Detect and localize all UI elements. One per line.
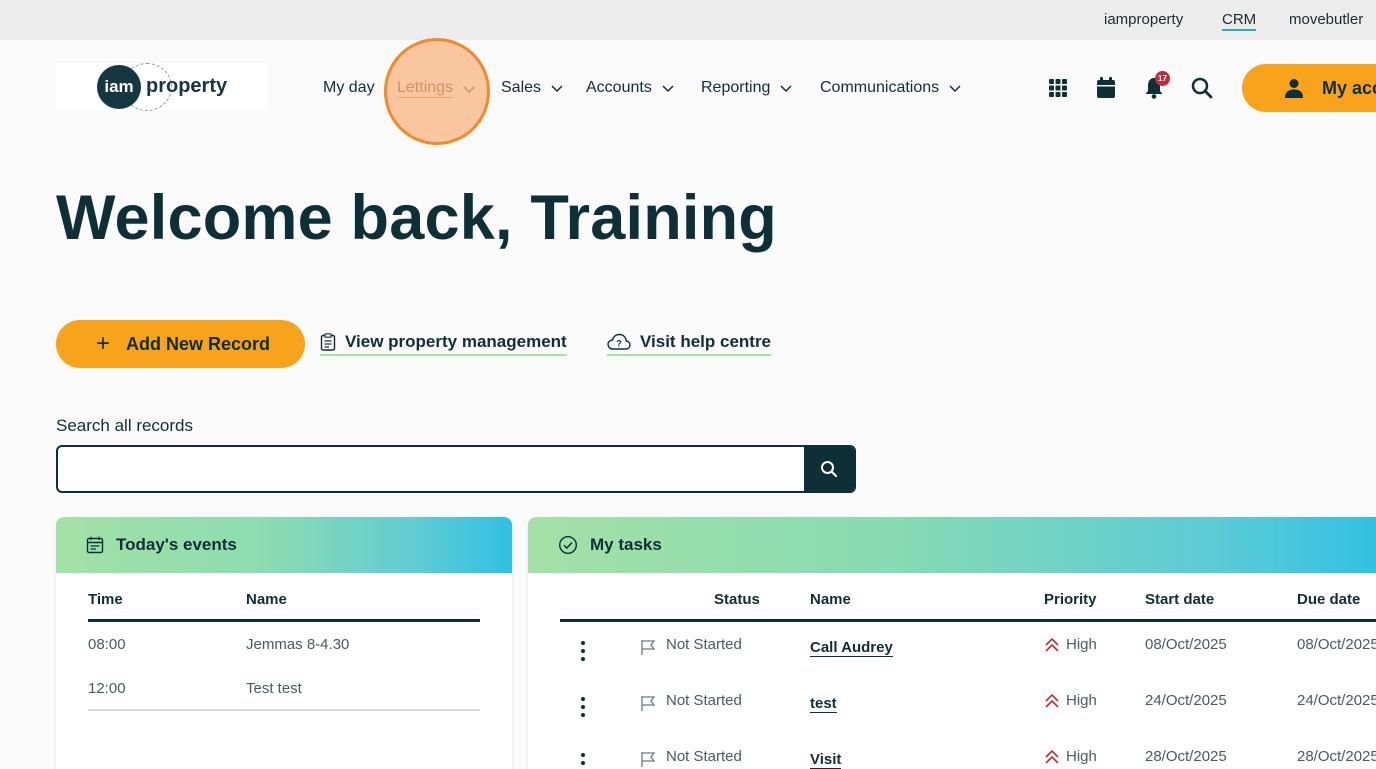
chevron-down-icon — [780, 85, 792, 93]
nav-label: Accounts — [586, 79, 652, 96]
task-name-link[interactable]: Call Audrey — [810, 639, 893, 657]
nav-label: My day — [323, 79, 375, 96]
chevron-down-icon — [949, 85, 961, 93]
tasks-col-priority: Priority — [1044, 591, 1097, 608]
calendar-icon[interactable] — [1093, 75, 1119, 101]
task-status: Not Started — [666, 636, 742, 653]
flag-icon — [641, 696, 656, 711]
tasks-header-divider — [560, 619, 1376, 622]
event-name: Jemmas 8-4.30 — [246, 636, 350, 653]
flag-icon — [641, 752, 656, 767]
priority-high-icon — [1045, 637, 1059, 652]
my-tasks-header: My tasks — [528, 517, 1376, 573]
my-tasks-title: My tasks — [590, 535, 662, 554]
events-header-divider — [88, 619, 480, 622]
todays-events-header: Today's events — [56, 517, 512, 573]
event-name: Test test — [246, 680, 302, 697]
task-priority: High — [1044, 636, 1097, 653]
utility-link-crm[interactable]: CRM — [1222, 11, 1257, 31]
check-circle-icon — [558, 535, 578, 555]
visit-help-centre-label: Visit help centre — [640, 332, 772, 351]
logo-word: property — [146, 75, 228, 97]
nav-my-day[interactable]: My day — [323, 79, 375, 97]
task-start-date: 28/Oct/2025 — [1145, 748, 1227, 765]
utility-bar: iamproperty CRM movebutler — [0, 0, 1376, 40]
event-time: 08:00 — [88, 636, 126, 653]
events-footer-divider — [88, 709, 480, 711]
event-time: 12:00 — [88, 680, 126, 697]
chevron-down-icon — [551, 85, 563, 93]
task-due-date: 08/Oct/2025 — [1297, 636, 1376, 653]
task-row-menu-button[interactable] — [581, 753, 587, 769]
nav-label: Sales — [501, 79, 542, 96]
task-priority-label: High — [1066, 748, 1097, 765]
user-icon — [1285, 79, 1303, 98]
my-tasks-card: My tasks Status Name Priority Start date… — [528, 517, 1376, 769]
search-box — [56, 445, 856, 493]
tasks-col-status: Status — [714, 591, 760, 608]
svg-text:?: ? — [616, 339, 622, 349]
search-label: Search all records — [56, 416, 194, 435]
add-new-record-button[interactable]: + Add New Record — [56, 320, 305, 368]
task-name-link[interactable]: Visit — [810, 751, 842, 769]
utility-link-iamproperty[interactable]: iamproperty — [1104, 11, 1183, 28]
page-title: Welcome back, Training — [56, 183, 777, 253]
view-property-management-link[interactable]: View property management — [320, 332, 567, 356]
nav-label: Reporting — [701, 79, 771, 96]
task-priority-label: High — [1066, 692, 1097, 709]
view-property-management-label: View property management — [345, 332, 567, 351]
nav-lettings[interactable]: Lettings — [397, 79, 476, 98]
cloud-help-icon: ? — [607, 333, 631, 350]
plus-icon: + — [96, 330, 111, 357]
task-row-menu-button[interactable] — [581, 697, 587, 717]
events-col-name: Name — [246, 591, 287, 608]
calendar-icon-svg — [1097, 77, 1115, 98]
visit-help-centre-link[interactable]: ? Visit help centre — [607, 332, 772, 356]
task-priority-label: High — [1066, 636, 1097, 653]
flag-icon — [641, 640, 656, 655]
task-start-date: 08/Oct/2025 — [1145, 636, 1227, 653]
calendar-icon — [86, 536, 104, 554]
task-status: Not Started — [666, 748, 742, 765]
nav-sales[interactable]: Sales — [501, 79, 564, 97]
clipboard-icon — [320, 333, 336, 351]
task-priority: High — [1044, 692, 1097, 709]
search-icon-svg — [1191, 77, 1213, 99]
tasks-col-due-date: Due date — [1297, 591, 1361, 608]
tasks-col-name: Name — [810, 591, 851, 608]
search-icon[interactable] — [1189, 75, 1215, 101]
add-new-record-label: Add New Record — [126, 333, 271, 354]
my-account-button[interactable]: My account — [1242, 64, 1376, 112]
events-col-time: Time — [88, 591, 123, 608]
apps-grid-icon-svg — [1049, 79, 1067, 97]
todays-events-card: Today's events Time Name 08:00 Jemmas 8-… — [56, 517, 512, 769]
nav-communications[interactable]: Communications — [820, 79, 962, 97]
task-name-link[interactable]: test — [810, 695, 837, 713]
task-status: Not Started — [666, 692, 742, 709]
task-row-menu-button[interactable] — [581, 641, 587, 661]
iamproperty-logo[interactable]: iam property — [56, 63, 267, 111]
task-due-date: 28/Oct/2025 — [1297, 748, 1376, 765]
task-start-date: 24/Oct/2025 — [1145, 692, 1227, 709]
apps-grid-icon[interactable] — [1045, 75, 1071, 101]
task-due-date: 24/Oct/2025 — [1297, 692, 1376, 709]
todays-events-title: Today's events — [116, 535, 237, 554]
nav-reporting[interactable]: Reporting — [701, 79, 793, 97]
logo-mark: iam — [97, 65, 141, 109]
priority-high-icon — [1045, 693, 1059, 708]
chevron-down-icon — [463, 85, 475, 93]
search-icon — [821, 461, 838, 478]
nav-accounts[interactable]: Accounts — [586, 79, 675, 97]
search-input[interactable] — [58, 447, 806, 491]
search-submit-button[interactable] — [804, 447, 854, 491]
task-priority: High — [1044, 748, 1097, 765]
utility-link-movebutler[interactable]: movebutler — [1289, 11, 1363, 28]
my-account-label: My account — [1322, 77, 1376, 98]
priority-high-icon — [1045, 749, 1059, 764]
tasks-col-start-date: Start date — [1145, 591, 1215, 608]
chevron-down-icon — [662, 85, 674, 93]
nav-label: Lettings — [397, 79, 454, 98]
notification-count-badge: 17 — [1155, 71, 1170, 86]
nav-label: Communications — [820, 79, 940, 96]
